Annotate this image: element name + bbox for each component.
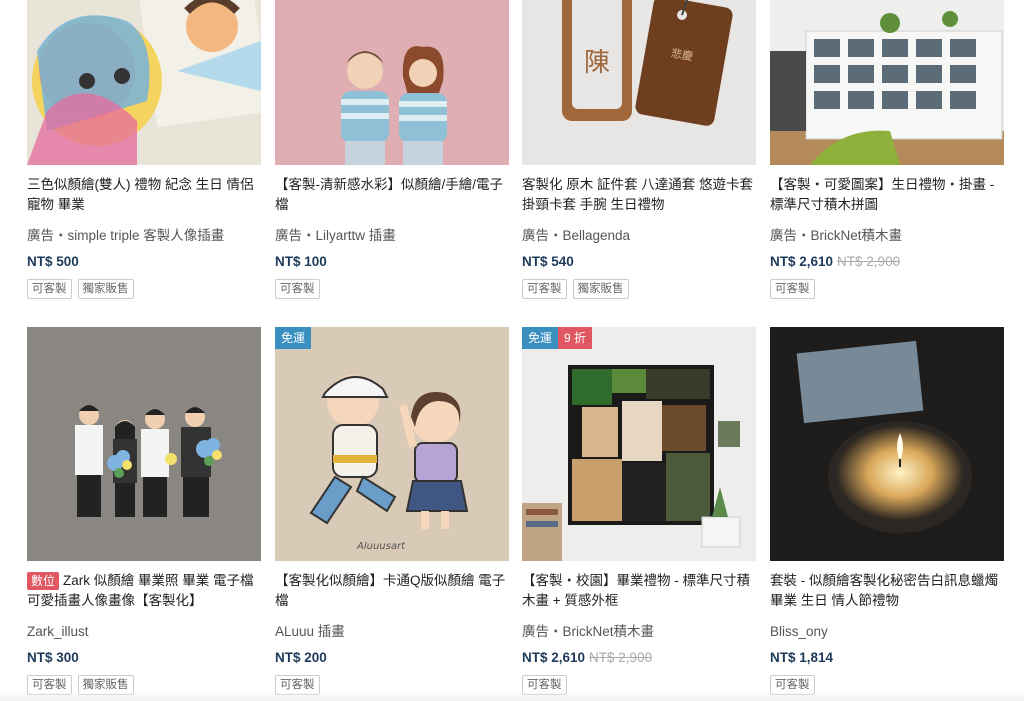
product-image[interactable] <box>770 0 1004 165</box>
shop-name[interactable]: 廣告・BrickNet積木畫 <box>522 623 756 641</box>
product-card[interactable]: Aluuusart 免運 【客製化似顏繪】卡通Q版似顏繪 電子檔 ALuuu 插… <box>275 327 509 695</box>
tag-list: 可客製 獨家販售 <box>522 279 756 299</box>
product-title[interactable]: 客製化 原木 証件套 八達通套 悠遊卡套 掛頸卡套 手腕 生日禮物 <box>522 175 756 215</box>
shop-name[interactable]: Bliss_ony <box>770 623 1004 641</box>
shop-name[interactable]: Zark_illust <box>27 623 261 641</box>
wooden-card-holder-image: 陳 悲慶 <box>522 0 756 165</box>
price: NT$ 500 <box>27 254 79 269</box>
original-price: NT$ 2,900 <box>589 650 653 665</box>
shop-name[interactable]: 廣告・BrickNet積木畫 <box>770 227 1004 245</box>
image-flags: 免運 9 折 <box>522 327 593 349</box>
couple-watercolor-image <box>275 0 509 165</box>
product-title[interactable]: 【客製化似顏繪】卡通Q版似顏繪 電子檔 <box>275 571 509 611</box>
price: NT$ 2,610 NT$ 2,900 <box>522 650 653 665</box>
tag-exclusive: 獨家販售 <box>572 279 629 299</box>
candle-image <box>770 327 1004 561</box>
digital-badge: 數位 <box>27 572 60 590</box>
product-card[interactable]: 三色似顏繪(雙人) 禮物 紀念 生日 情侶 寵物 畢業 廣告・simple tr… <box>27 0 261 299</box>
product-card[interactable]: 套裝 - 似顏繪客製化秘密告白訊息蠟燭 畢業 生日 情人節禮物 Bliss_on… <box>770 327 1004 695</box>
price: NT$ 300 <box>27 650 79 665</box>
product-image[interactable] <box>27 0 261 165</box>
pixel-brick-art-image <box>522 327 756 561</box>
image-flags: 免運 <box>275 327 312 349</box>
product-image[interactable] <box>770 327 1004 561</box>
shop-name[interactable]: ALuuu 插畫 <box>275 623 509 641</box>
product-title[interactable]: 【客製・校園】畢業禮物 - 標準尺寸積木畫 + 質感外框 <box>522 571 756 611</box>
product-title[interactable]: 【客製・可愛圖案】生日禮物・掛畫 - 標準尺寸積木拼圖 <box>770 175 1004 215</box>
original-price: NT$ 2,900 <box>837 254 901 269</box>
shop-name[interactable]: 廣告・Lilyarttw 插畫 <box>275 227 509 245</box>
product-card[interactable]: 【客製-清新感水彩】似顏繪/手繪/電子檔 廣告・Lilyarttw 插畫 NT$… <box>275 0 509 299</box>
free-shipping-flag: 免運 <box>522 327 559 349</box>
tag-exclusive: 獨家販售 <box>77 279 134 299</box>
product-image[interactable]: 陳 悲慶 <box>522 0 756 165</box>
bottom-fade <box>0 691 1024 701</box>
colorful-portrait-image <box>27 0 261 165</box>
discount-flag: 9 折 <box>558 327 593 349</box>
free-shipping-flag: 免運 <box>275 327 312 349</box>
product-grid: 三色似顏繪(雙人) 禮物 紀念 生日 情侶 寵物 畢業 廣告・simple tr… <box>0 0 1024 701</box>
tag-customizable: 可客製 <box>522 279 567 299</box>
graduation-group-image <box>27 327 261 561</box>
product-card[interactable]: 免運 9 折 【客製・校園】畢業禮物 - 標準尺寸積木畫 + 質感外框 廣告・B… <box>522 327 756 695</box>
product-card[interactable]: 【客製・可愛圖案】生日禮物・掛畫 - 標準尺寸積木拼圖 廣告・BrickNet積… <box>770 0 1004 299</box>
cartoon-kids-image: Aluuusart <box>275 327 509 561</box>
tag-customizable: 可客製 <box>770 279 815 299</box>
tag-customizable: 可客製 <box>275 279 320 299</box>
product-title[interactable]: 【客製-清新感水彩】似顏繪/手繪/電子檔 <box>275 175 509 215</box>
price: NT$ 200 <box>275 650 327 665</box>
shop-name[interactable]: 廣告・simple triple 客製人像插畫 <box>27 227 261 245</box>
product-title[interactable]: 三色似顏繪(雙人) 禮物 紀念 生日 情侶 寵物 畢業 <box>27 175 261 215</box>
svg-text:陳: 陳 <box>584 48 610 78</box>
product-image[interactable] <box>27 327 261 561</box>
shop-name[interactable]: 廣告・Bellagenda <box>522 227 756 245</box>
price: NT$ 1,814 <box>770 650 834 665</box>
tag-list: 可客製 <box>770 279 1004 299</box>
product-title[interactable]: 數位 Zark 似顏繪 畢業照 畢業 電子檔可愛插畫人像畫像【客製化】 <box>27 571 261 611</box>
product-card[interactable]: 陳 悲慶 客製化 原木 証件套 八達通套 悠遊卡套 掛頸卡套 手腕 生日禮物 廣… <box>522 0 756 299</box>
signature-text: Aluuusart <box>356 541 406 552</box>
price: NT$ 540 <box>522 254 574 269</box>
room-shelves-image <box>770 0 1004 165</box>
tag-list: 可客製 <box>275 279 509 299</box>
product-image[interactable]: Aluuusart 免運 <box>275 327 509 561</box>
price: NT$ 2,610 NT$ 2,900 <box>770 254 901 269</box>
tag-list: 可客製 獨家販售 <box>27 279 261 299</box>
product-image[interactable] <box>275 0 509 165</box>
product-title[interactable]: 套裝 - 似顏繪客製化秘密告白訊息蠟燭 畢業 生日 情人節禮物 <box>770 571 1004 611</box>
tag-customizable: 可客製 <box>27 279 72 299</box>
price: NT$ 100 <box>275 254 327 269</box>
product-image[interactable]: 免運 9 折 <box>522 327 756 561</box>
product-card[interactable]: 數位 Zark 似顏繪 畢業照 畢業 電子檔可愛插畫人像畫像【客製化】 Zark_… <box>27 327 261 695</box>
